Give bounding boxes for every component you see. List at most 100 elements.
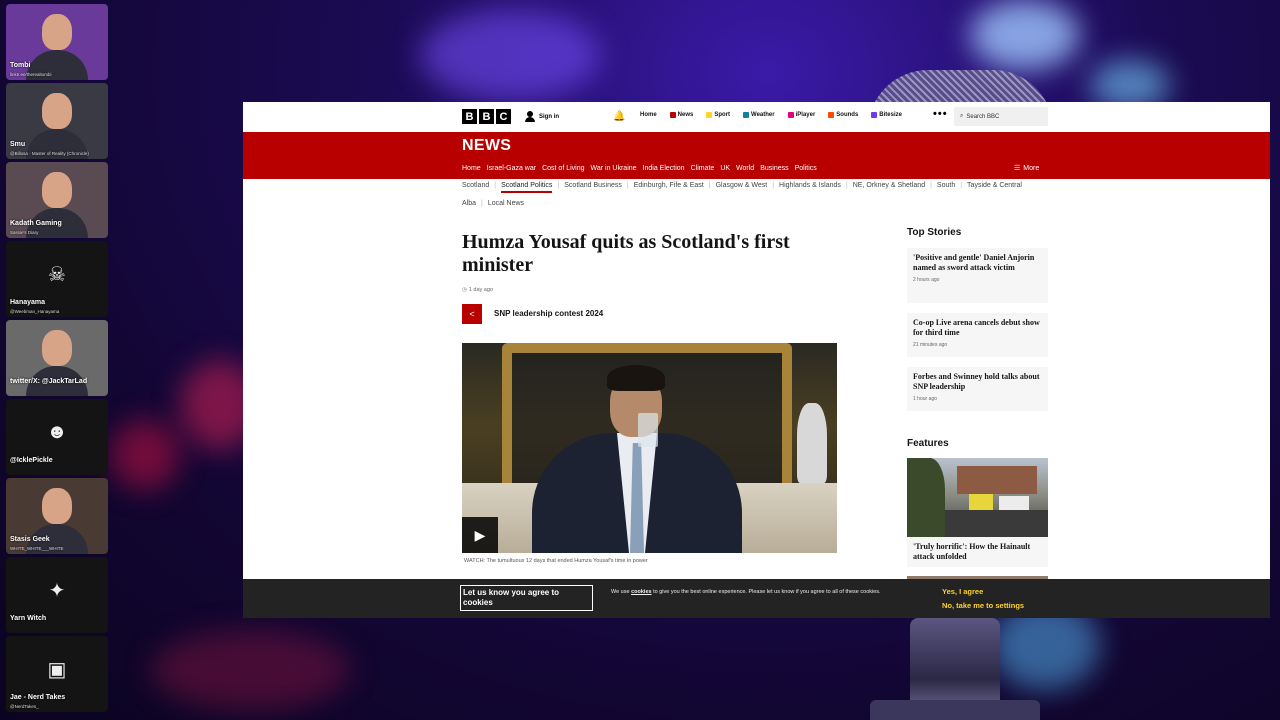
browser-window: B B C Sign in 🔔 Home News Sport Weather iPla…	[243, 102, 1270, 618]
participant-face	[42, 172, 72, 208]
bokeh-light	[110, 420, 180, 490]
bbc-nav-news[interactable]: News	[669, 112, 693, 118]
bbc-logo[interactable]: B B C	[462, 109, 511, 124]
sign-in-link[interactable]: Sign in	[525, 111, 559, 122]
webcam-tile: ☠ Hanayama @Weebman_Hanayama	[6, 241, 108, 317]
bbc-nav-sounds[interactable]: Sounds	[828, 112, 858, 118]
news-nav-item[interactable]: World	[736, 165, 754, 172]
webcam-tile: ☻ @IcklePickle	[6, 399, 108, 475]
story-title: 'Positive and gentle' Daniel Anjorin nam…	[913, 253, 1035, 272]
tree	[907, 458, 945, 537]
sub-nav-item[interactable]: NE, Orkney & Shetland	[853, 182, 925, 193]
accept-cookies-button[interactable]: Yes, I agree	[942, 587, 983, 596]
search-icon: ⌕	[960, 113, 964, 119]
separator: |	[960, 182, 963, 189]
bbc-top-bar: B B C Sign in 🔔 Home News Sport Weather iPla…	[243, 102, 1270, 132]
sub-nav-item[interactable]: Scotland	[462, 182, 489, 193]
road	[937, 510, 1048, 537]
sub-nav-item[interactable]: Scotland Politics	[501, 182, 553, 193]
bbc-nav-bitesize[interactable]: Bitesize	[871, 112, 902, 118]
news-nav-item[interactable]: Politics	[795, 165, 817, 172]
separator: |	[557, 182, 560, 189]
top-story-item[interactable]: Forbes and Swinney hold talks about SNP …	[907, 367, 1048, 411]
play-icon[interactable]: ▶	[462, 517, 498, 553]
cookies-link[interactable]: cookies	[631, 589, 651, 595]
cookie-text-start: We use	[611, 589, 632, 595]
news-nav-item[interactable]: Cost of Living	[542, 165, 584, 172]
participant-face	[42, 93, 72, 129]
cookie-heading: Let us know you agree to cookies	[460, 585, 593, 611]
feature-image[interactable]	[907, 458, 1048, 537]
bbc-nav-sport[interactable]: Sport	[706, 112, 730, 118]
microphone-base	[870, 700, 1040, 720]
news-banner: NEWS Home Israel-Gaza war Cost of Living Wa…	[243, 132, 1270, 179]
top-story-item[interactable]: 'Positive and gentle' Daniel Anjorin nam…	[907, 248, 1048, 303]
participant-subtitle: WHITE_WHITE___WHITE	[10, 546, 64, 551]
participant-name: twitter/X: @JackTarLad	[10, 378, 88, 385]
share-icon[interactable]: <	[462, 304, 482, 324]
webcam-tile: ▣ Jae - Nerd Takes @NerdTakes_	[6, 636, 108, 712]
bbc-nav-iplayer[interactable]: iPlayer	[787, 112, 815, 118]
bokeh-light	[420, 10, 600, 100]
logo-letter: B	[479, 109, 494, 124]
participant-name: Kadath Gaming	[10, 220, 62, 227]
nav-label: Weather	[751, 112, 775, 118]
separator: |	[708, 182, 711, 189]
feature-title: 'Truly horrific': How the Hainault attac…	[913, 542, 1031, 561]
news-nav-item[interactable]: Climate	[691, 165, 715, 172]
sub-nav-item[interactable]: South	[937, 182, 955, 193]
sub-nav-item[interactable]: Scotland Business	[564, 182, 622, 193]
news-nav-item[interactable]: War in Ukraine	[591, 165, 637, 172]
participant-avatar-icon: ☻	[46, 420, 68, 443]
cookie-settings-button[interactable]: No, take me to settings	[942, 601, 1024, 610]
topic-tag[interactable]: SNP leadership contest 2024	[494, 309, 603, 318]
news-nav-item[interactable]: Home	[462, 165, 481, 172]
news-nav: Home Israel-Gaza war Cost of Living War in …	[462, 165, 817, 172]
news-title[interactable]: NEWS	[462, 137, 511, 155]
participant-subtitle: @Billosa · Master of Reality (Chronicle)	[10, 151, 89, 156]
search-input[interactable]: ⌕ Search BBC	[954, 107, 1048, 126]
participant-face	[42, 330, 72, 366]
sounds-icon	[828, 112, 835, 118]
sub-nav-item[interactable]: Highlands & Islands	[779, 182, 841, 193]
timestamp-label: 1 day ago	[468, 287, 493, 293]
bbc-top-nav: Home News Sport Weather iPlayer Sounds Bitesiz…	[640, 112, 902, 118]
news-nav-item[interactable]: India Election	[643, 165, 685, 172]
participant-avatar-icon: ☠	[48, 263, 66, 286]
iplayer-icon	[787, 112, 794, 118]
news-nav-item[interactable]: Business	[760, 165, 788, 172]
story-time: 2 hours ago	[913, 277, 940, 283]
participant-name: Yarn Witch	[10, 615, 47, 622]
participant-name: Stasis Geek	[10, 536, 50, 543]
news-more-button[interactable]: ☰ More	[1014, 164, 1039, 173]
search-placeholder: Search BBC	[966, 113, 1000, 120]
bbc-nav-home[interactable]: Home	[640, 112, 657, 118]
weather-icon	[743, 112, 750, 118]
top-story-item[interactable]: Co-op Live arena cancels debut show for …	[907, 313, 1048, 357]
sub-nav-item[interactable]: Tayside & Central	[967, 182, 1022, 193]
participant-name: Jae - Nerd Takes	[10, 694, 66, 701]
separator: |	[481, 200, 483, 207]
participant-name: Tombi	[10, 62, 31, 69]
webcam-tile: Stasis Geek WHITE_WHITE___WHITE	[6, 478, 108, 554]
separator: |	[772, 182, 775, 189]
news-nav-item[interactable]: UK	[720, 165, 730, 172]
vase	[797, 403, 827, 483]
news-nav-item[interactable]: Israel-Gaza war	[487, 165, 536, 172]
sub-nav-item[interactable]: Alba	[462, 200, 476, 207]
webcam-tile: twitter/X: @JackTarLad	[6, 320, 108, 396]
sub-nav-item[interactable]: Local News	[488, 200, 524, 207]
bokeh-light	[150, 630, 350, 710]
sport-icon	[706, 112, 713, 118]
nav-label: Sport	[714, 112, 731, 118]
sub-nav-item[interactable]: Edinburgh, Fife & East	[634, 182, 704, 193]
bbc-nav-weather[interactable]: Weather	[743, 112, 775, 118]
notifications-bell-icon[interactable]: 🔔	[613, 111, 625, 122]
sub-nav-item[interactable]: Glasgow & West	[716, 182, 768, 193]
participant-avatar-icon: ✦	[48, 579, 66, 602]
more-menu-icon[interactable]: •••	[933, 108, 948, 120]
article-video[interactable]: ▶	[462, 343, 837, 553]
separator: |	[626, 182, 629, 189]
nav-label: Bitesize	[879, 112, 902, 118]
feature-item[interactable]: 'Truly horrific': How the Hainault attac…	[907, 537, 1048, 567]
